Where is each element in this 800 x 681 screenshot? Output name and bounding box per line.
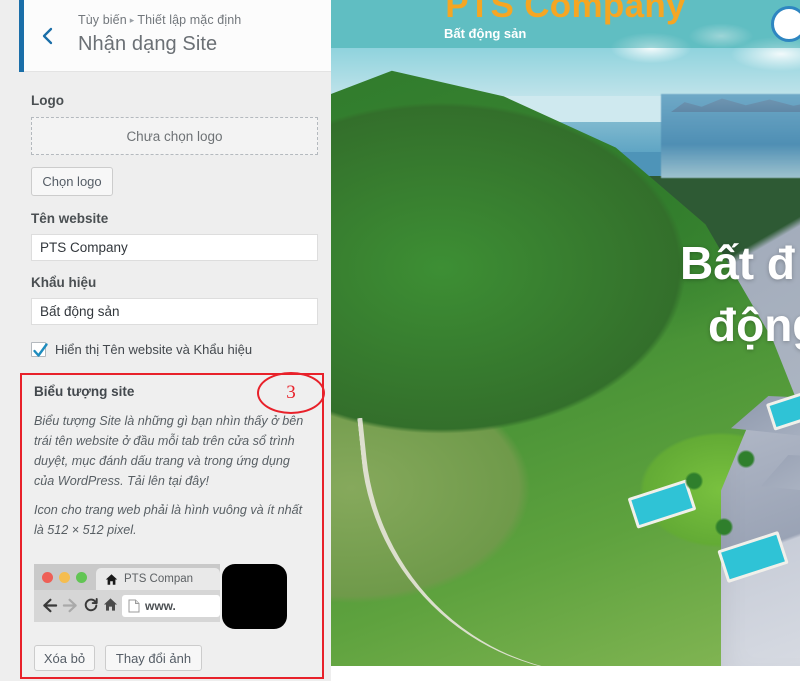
preview-site-title: PTS Company [445,0,686,25]
breadcrumb-separator-icon: ▸ [129,15,135,25]
display-title-tagline-label: Hiển thị Tên website và Khẩu hiệu [55,342,253,357]
tagline-input[interactable]: Bất động sản [31,298,318,325]
reload-icon [83,597,99,613]
breadcrumb-parent[interactable]: Tùy biến [78,13,127,27]
home-icon [105,573,118,586]
back-button[interactable] [24,0,71,72]
choose-logo-button[interactable]: Chọn logo [31,167,113,196]
annotation-number: 3 [286,382,296,403]
window-minimize-dot-icon [59,572,70,583]
browser-mock-toolbar: www. [34,590,220,622]
document-icon [128,599,140,613]
remove-icon-button[interactable]: Xóa bỏ [34,645,95,671]
site-icon-description-2: Icon cho trang web phải là hình vuông và… [34,503,303,537]
breadcrumb-current: Thiết lập mặc định [137,13,242,27]
browser-preview-mock: PTS Compan www. [34,564,220,622]
site-title-input[interactable]: PTS Company [31,234,318,261]
arrow-left-icon [41,597,58,614]
browser-mock-url-bar: www. [122,595,220,617]
window-close-dot-icon [42,572,53,583]
preview-site-tagline: Bất động sản [444,26,527,41]
hero-heading-line-2: động [708,299,800,351]
palm-shape-1 [735,448,757,470]
site-icon-description-1: Biểu tượng Site là những gì bạn nhìn thấ… [34,414,304,488]
circle-avatar-icon[interactable] [771,6,800,42]
chevron-left-icon [42,27,53,45]
page-title: Nhận dạng Site [78,33,218,55]
browser-mock-tab: PTS Compan [96,568,220,590]
preview-footer-strip [331,666,800,681]
annotation-callout-3: 3 [257,372,325,414]
hero-heading-line-1: Bất đ [680,237,795,289]
display-title-tagline-checkbox-row[interactable]: Hiển thị Tên website và Khẩu hiệu [31,342,252,357]
check-icon [33,343,48,357]
customizer-panel: Tùy biến ▸ Thiết lập mặc định Nhận dạng Si… [0,0,331,681]
palm-shape-2 [683,470,705,492]
site-icon-preview [222,564,287,629]
change-icon-button[interactable]: Thay đổi ảnh [105,645,202,671]
palm-shape-3 [713,516,735,538]
site-title-label: Tên website [31,211,109,226]
site-icon-heading: Biểu tượng site [34,384,135,399]
site-preview[interactable]: PTS Company Bất động sản Bất đ động [331,0,800,681]
logo-placeholder[interactable]: Chưa chọn logo [31,117,318,155]
tagline-label: Khẩu hiệu [31,275,97,290]
screenshot-root: Tùy biến ▸ Thiết lập mặc định Nhận dạng Si… [0,0,800,681]
display-title-tagline-checkbox[interactable] [31,342,48,357]
logo-label: Logo [31,93,64,108]
breadcrumb[interactable]: Tùy biến ▸ Thiết lập mặc định [78,13,241,27]
site-icon-section: Biểu tượng site Biểu tượng Site là những… [20,373,324,679]
home-icon [103,597,118,612]
browser-mock-tab-title: PTS Compan [124,573,194,585]
arrow-right-icon [62,597,79,614]
road-shape [371,400,701,666]
window-maximize-dot-icon [76,572,87,583]
hero-heading: Bất đ động [680,232,800,356]
browser-mock-tabbar: PTS Compan [34,564,220,590]
browser-mock-url-text: www. [145,599,176,613]
